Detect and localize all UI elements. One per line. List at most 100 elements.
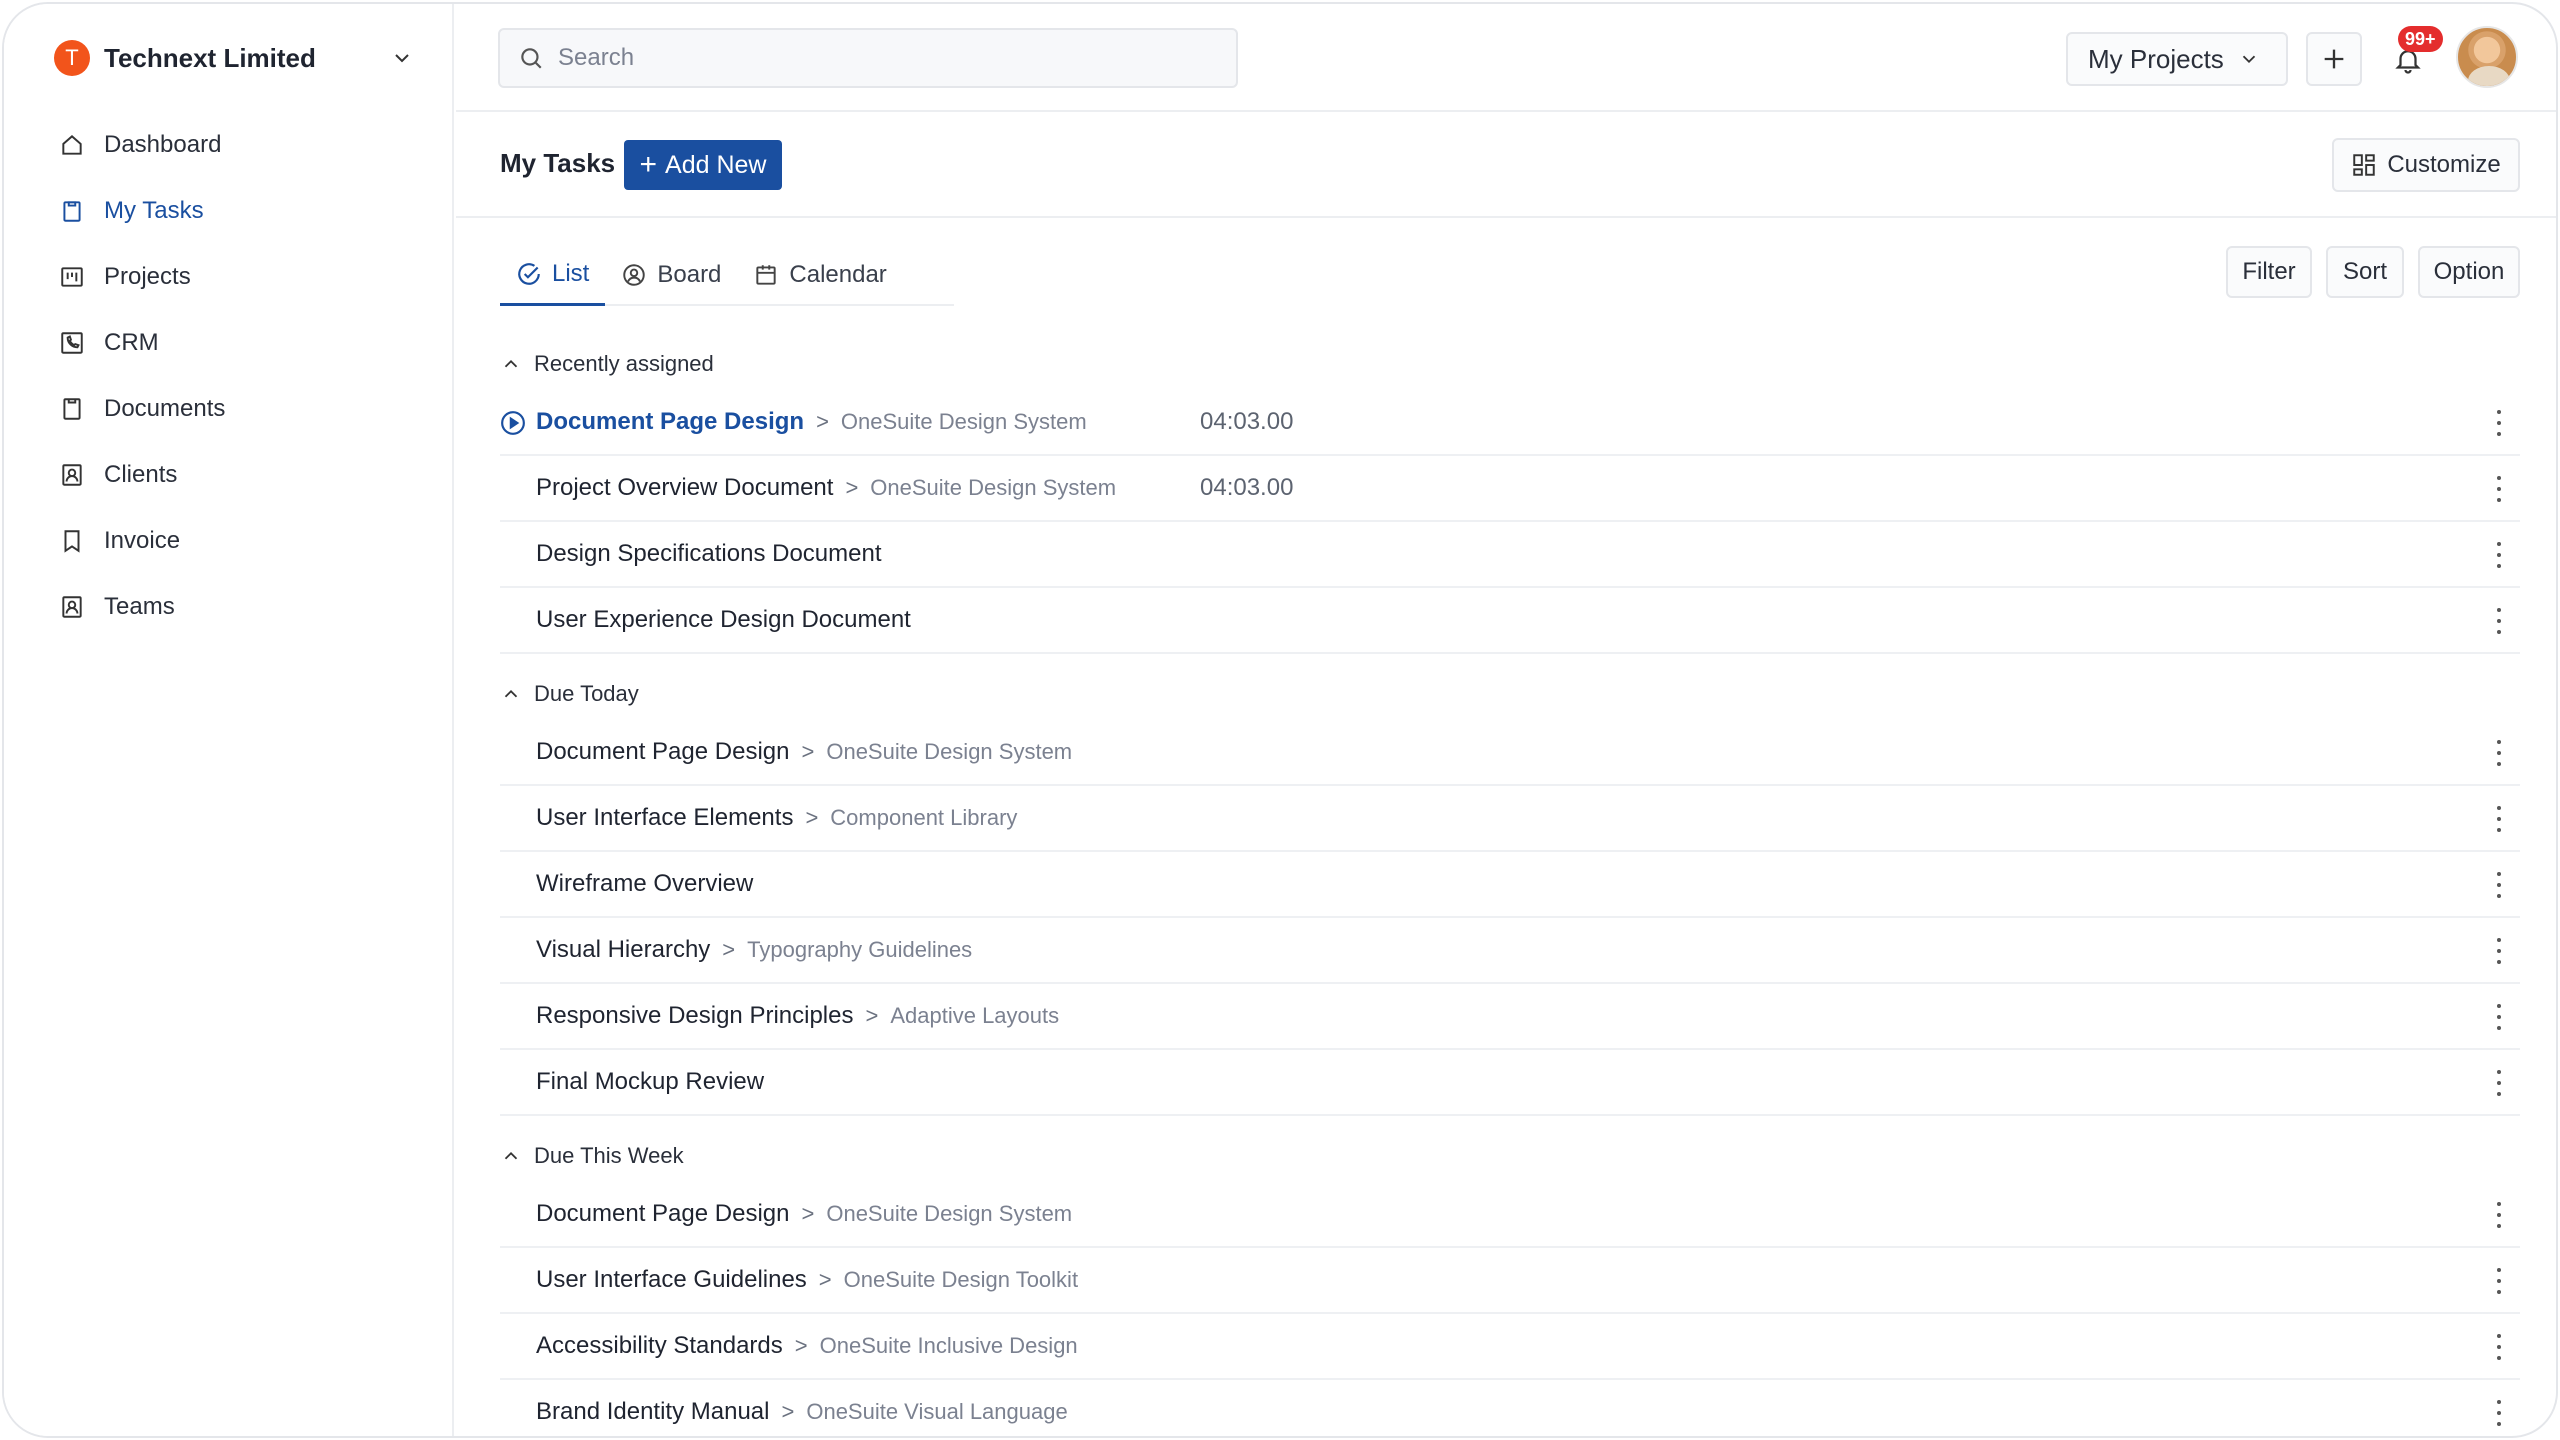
more-vertical-icon[interactable] — [2492, 1334, 2506, 1360]
task-project[interactable]: OneSuite Design System — [870, 475, 1116, 501]
breadcrumb-separator-icon: > — [722, 937, 736, 962]
more-vertical-icon[interactable] — [2492, 1004, 2506, 1030]
task-project[interactable]: OneSuite Design Toolkit — [844, 1267, 1078, 1293]
project-select[interactable]: My Projects — [2066, 32, 2288, 86]
task-row[interactable]: Final Mockup Review — [500, 1050, 2520, 1116]
chevron-down-icon — [395, 54, 409, 63]
tab-calendar[interactable]: Calendar — [737, 244, 902, 306]
more-vertical-icon[interactable] — [2492, 1268, 2506, 1294]
task-name[interactable]: Responsive Design Principles — [536, 1002, 853, 1030]
sidebar-item-invoice[interactable]: Invoice — [58, 508, 418, 574]
bookmark-icon — [58, 527, 86, 555]
filter-button[interactable]: Filter — [2226, 246, 2312, 298]
avatar[interactable] — [2456, 26, 2518, 88]
tab-label: Calendar — [789, 261, 887, 288]
task-row[interactable]: Responsive Design Principles > Adaptive La… — [500, 984, 2520, 1050]
more-vertical-icon[interactable] — [2492, 1202, 2506, 1228]
task-name[interactable]: Wireframe Overview — [536, 870, 753, 898]
task-name[interactable]: Design Specifications Document — [536, 540, 882, 568]
chevron-up-icon — [504, 1151, 518, 1160]
play-circle-icon[interactable] — [500, 410, 526, 436]
clipboard-icon — [58, 197, 86, 225]
search-box[interactable] — [498, 28, 1238, 88]
task-row[interactable]: Brand Identity Manual > OneSuite Visual La… — [500, 1380, 2520, 1436]
group-header[interactable]: Due Today — [500, 668, 2520, 720]
sidebar: T Technext Limited Dashboard My Tasks Proj… — [4, 4, 454, 1436]
sidebar-item-documents[interactable]: Documents — [58, 376, 418, 442]
group-header[interactable]: Recently assigned — [500, 338, 2520, 390]
task-row[interactable]: Project Overview Document > OneSuite Desig… — [500, 456, 2520, 522]
more-vertical-icon[interactable] — [2492, 476, 2506, 502]
task-project[interactable]: Component Library — [830, 805, 1017, 831]
more-vertical-icon[interactable] — [2492, 410, 2506, 436]
task-name[interactable]: User Experience Design Document — [536, 606, 911, 634]
notification-badge: 99+ — [2398, 26, 2443, 52]
task-project[interactable]: Adaptive Layouts — [890, 1003, 1059, 1029]
task-row[interactable]: Visual Hierarchy > Typography Guidelines — [500, 918, 2520, 984]
task-project[interactable]: OneSuite Design System — [841, 409, 1087, 435]
task-project[interactable]: Typography Guidelines — [747, 937, 972, 963]
task-row[interactable]: Design Specifications Document — [500, 522, 2520, 588]
task-row[interactable]: User Experience Design Document — [500, 588, 2520, 654]
sidebar-item-clients[interactable]: Clients — [58, 442, 418, 508]
create-button[interactable] — [2306, 32, 2362, 86]
kanban-icon — [58, 263, 86, 291]
org-switcher[interactable]: T Technext Limited — [54, 38, 414, 78]
group-header[interactable]: Due This Week — [500, 1130, 2520, 1182]
option-button[interactable]: Option — [2418, 246, 2520, 298]
breadcrumb-separator-icon: > — [845, 475, 859, 500]
sidebar-item-label: Documents — [104, 395, 226, 422]
search-input[interactable] — [558, 44, 1198, 72]
task-name[interactable]: Document Page Design — [536, 738, 789, 766]
chevron-up-icon — [504, 689, 518, 698]
task-name[interactable]: User Interface Guidelines — [536, 1266, 807, 1294]
sidebar-item-label: Invoice — [104, 527, 181, 554]
task-name[interactable]: Brand Identity Manual — [536, 1398, 769, 1426]
task-row[interactable]: Document Page Design > OneSuite Design Sys… — [500, 390, 2520, 456]
task-name[interactable]: Document Page Design — [536, 1200, 789, 1228]
task-project[interactable]: OneSuite Inclusive Design — [820, 1333, 1078, 1359]
task-row[interactable]: Document Page Design > OneSuite Design Sys… — [500, 720, 2520, 786]
customize-button[interactable]: Customize — [2332, 138, 2520, 192]
task-row[interactable]: Wireframe Overview — [500, 852, 2520, 918]
task-project[interactable]: OneSuite Design System — [826, 1201, 1072, 1227]
group-title: Recently assigned — [534, 351, 714, 376]
task-row[interactable]: User Interface Elements > Component Librar… — [500, 786, 2520, 852]
sidebar-item-crm[interactable]: CRM — [58, 310, 418, 376]
task-project[interactable]: OneSuite Visual Language — [806, 1399, 1067, 1425]
sidebar-item-label: Clients — [104, 461, 178, 488]
breadcrumb-separator-icon: > — [801, 1201, 815, 1226]
more-vertical-icon[interactable] — [2492, 1400, 2506, 1426]
breadcrumb-separator-icon: > — [865, 1003, 879, 1028]
task-row[interactable]: Document Page Design > OneSuite Design Sys… — [500, 1182, 2520, 1248]
task-project[interactable]: OneSuite Design System — [826, 739, 1072, 765]
task-name[interactable]: Accessibility Standards — [536, 1332, 783, 1360]
page-title: My Tasks — [500, 148, 616, 178]
task-name[interactable]: Final Mockup Review — [536, 1068, 764, 1096]
plus-icon: + — [639, 148, 658, 181]
task-name[interactable]: Document Page Design — [536, 408, 804, 436]
more-vertical-icon[interactable] — [2492, 608, 2506, 634]
more-vertical-icon[interactable] — [2492, 938, 2506, 964]
task-name[interactable]: Project Overview Document — [536, 474, 833, 502]
more-vertical-icon[interactable] — [2492, 806, 2506, 832]
more-vertical-icon[interactable] — [2492, 872, 2506, 898]
task-name[interactable]: Visual Hierarchy — [536, 936, 710, 964]
sidebar-item-teams[interactable]: Teams — [58, 574, 418, 640]
task-name[interactable]: User Interface Elements — [536, 804, 793, 832]
more-vertical-icon[interactable] — [2492, 1070, 2506, 1096]
task-row[interactable]: Accessibility Standards > OneSuite Inclusi… — [500, 1314, 2520, 1380]
sidebar-item-my-tasks[interactable]: My Tasks — [58, 178, 418, 244]
sort-button[interactable]: Sort — [2326, 246, 2404, 298]
more-vertical-icon[interactable] — [2492, 542, 2506, 568]
add-new-button[interactable]: + Add New — [624, 140, 782, 190]
task-time: 04:03.00 — [1200, 408, 1294, 435]
tab-board[interactable]: Board — [605, 244, 737, 306]
sidebar-item-dashboard[interactable]: Dashboard — [58, 112, 418, 178]
more-vertical-icon[interactable] — [2492, 740, 2506, 766]
tab-list[interactable]: List — [500, 244, 606, 306]
sidebar-item-projects[interactable]: Projects — [58, 244, 418, 310]
app-window: T Technext Limited Dashboard My Tasks Proj… — [2, 2, 2558, 1438]
task-row[interactable]: User Interface Guidelines > OneSuite Desig… — [500, 1248, 2520, 1314]
